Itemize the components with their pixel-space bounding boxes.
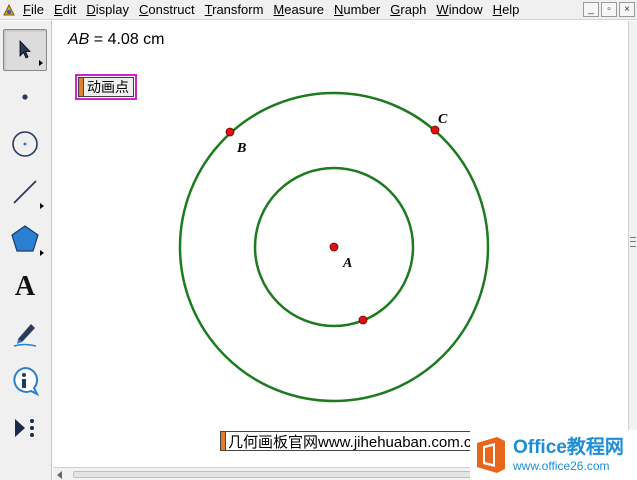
caption-box[interactable]: 几何画板官网www.jihehuaban.com.cn bbox=[220, 431, 484, 451]
office-logo-icon bbox=[477, 437, 505, 473]
menu-display[interactable]: Display bbox=[81, 0, 134, 20]
geometry-drawing: A B C bbox=[178, 91, 490, 403]
compass-icon bbox=[12, 131, 38, 157]
point-on-inner-circle[interactable] bbox=[358, 315, 368, 325]
watermark-brand-cn: 教程网 bbox=[566, 437, 624, 458]
caption-label: 几何画板官网www.jihehuaban.com.cn bbox=[228, 433, 480, 451]
point-tool[interactable] bbox=[3, 76, 47, 118]
watermark: Office教程网 www.office26.com bbox=[470, 430, 637, 480]
custom-tool-icon bbox=[15, 419, 34, 437]
marker-icon bbox=[13, 324, 37, 347]
window-controls: _ ▫ × bbox=[583, 2, 635, 17]
menu-measure[interactable]: Measure bbox=[268, 0, 329, 20]
menu-graph[interactable]: Graph bbox=[385, 0, 431, 20]
tool-more-indicator bbox=[40, 203, 44, 209]
minimize-button[interactable]: _ bbox=[583, 2, 599, 17]
menu-bar: File Edit Display Construct Transform Me… bbox=[0, 0, 637, 20]
point-c[interactable] bbox=[430, 125, 440, 135]
text-tool[interactable]: A bbox=[3, 266, 47, 308]
scroll-left-icon[interactable] bbox=[57, 471, 62, 479]
point-b[interactable] bbox=[225, 127, 235, 137]
watermark-url: www.office26.com bbox=[513, 459, 610, 473]
point-a[interactable] bbox=[329, 242, 339, 252]
menu-edit[interactable]: Edit bbox=[49, 0, 81, 20]
watermark-brand-en: Office bbox=[513, 437, 567, 458]
toolbox: A bbox=[0, 21, 52, 480]
compass-tool[interactable] bbox=[3, 123, 47, 165]
polygon-icon bbox=[11, 225, 39, 252]
caption-handle[interactable] bbox=[221, 432, 226, 450]
menu-help[interactable]: Help bbox=[488, 0, 525, 20]
menu-window[interactable]: Window bbox=[431, 0, 487, 20]
menu-number[interactable]: Number bbox=[329, 0, 385, 20]
tool-more-indicator bbox=[39, 60, 43, 66]
label-b[interactable]: B bbox=[236, 141, 246, 156]
arrow-tool[interactable] bbox=[3, 29, 47, 71]
info-icon bbox=[13, 366, 40, 397]
scroll-thumb[interactable] bbox=[73, 471, 493, 478]
sketchpad-window: File Edit Display Construct Transform Me… bbox=[0, 0, 637, 480]
straightedge-tool[interactable] bbox=[3, 171, 47, 213]
custom-tool[interactable] bbox=[3, 407, 47, 449]
menu-construct[interactable]: Construct bbox=[134, 0, 200, 20]
text-icon: A bbox=[14, 271, 36, 302]
arrow-icon bbox=[19, 40, 31, 59]
menu-transform[interactable]: Transform bbox=[200, 0, 269, 20]
tool-more-indicator bbox=[40, 250, 44, 256]
restore-button[interactable]: ▫ bbox=[601, 2, 617, 17]
label-a[interactable]: A bbox=[342, 256, 352, 271]
polygon-tool[interactable] bbox=[3, 218, 47, 260]
close-button[interactable]: × bbox=[619, 2, 635, 17]
point-icon bbox=[22, 94, 28, 100]
sketch-canvas[interactable]: AB = 4.08 cm 动画点 A B C 几何画板官网www.jihehua… bbox=[53, 21, 628, 467]
segment-icon bbox=[13, 180, 37, 204]
menu-file[interactable]: File bbox=[18, 0, 49, 20]
information-tool[interactable] bbox=[3, 360, 47, 402]
label-c[interactable]: C bbox=[438, 112, 448, 127]
watermark-title: Office教程网 bbox=[513, 438, 624, 457]
app-icon[interactable] bbox=[0, 0, 18, 20]
scroll-grip-icon[interactable] bbox=[630, 237, 636, 247]
marker-tool[interactable] bbox=[3, 313, 47, 355]
vertical-scrollbar[interactable] bbox=[628, 21, 637, 467]
